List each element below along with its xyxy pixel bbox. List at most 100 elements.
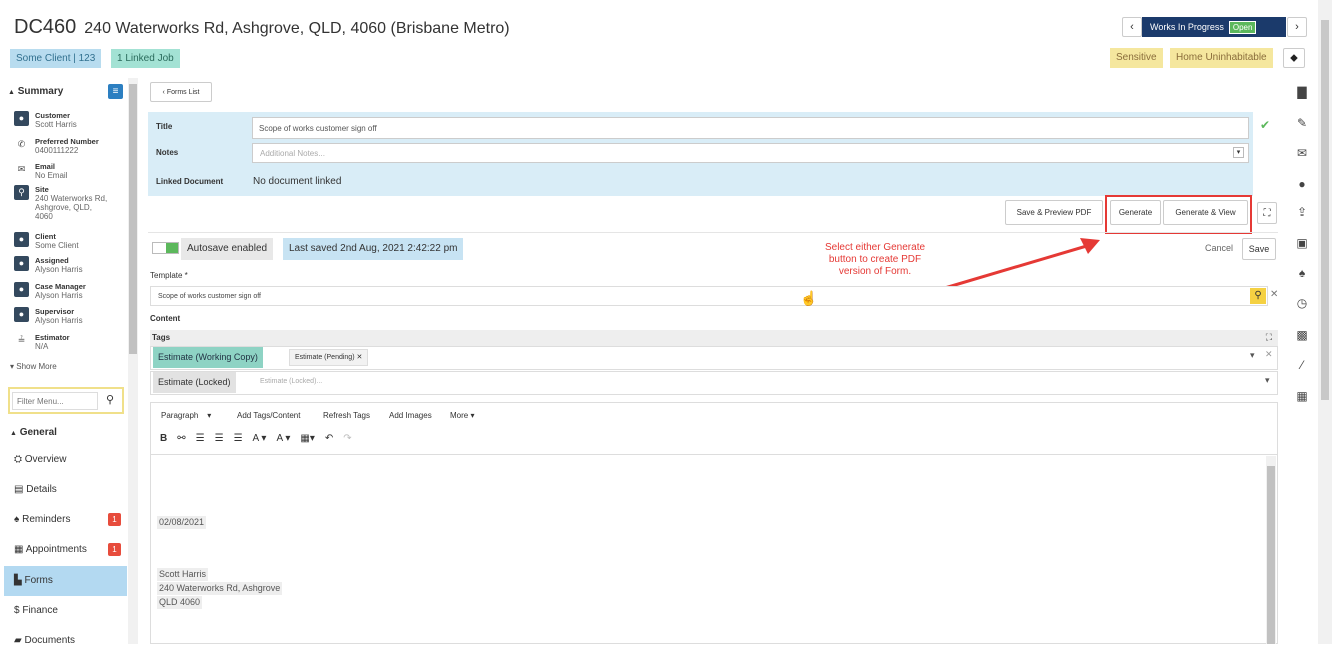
bell-icon: ♠ — [14, 514, 20, 525]
clear-template-icon[interactable]: ✕ — [1270, 289, 1278, 300]
editor-scroll-thumb[interactable] — [1267, 466, 1275, 644]
bell-icon[interactable]: ♠ — [1296, 267, 1308, 279]
expand-icon: ⛶ — [1263, 207, 1271, 219]
details-icon: ▤ — [14, 484, 24, 495]
template-select[interactable]: Scope of works customer sign off ⚲ — [150, 286, 1268, 306]
linked-document-label: Linked Document — [156, 177, 224, 186]
summary-heading[interactable]: ▲ Summary — [8, 86, 63, 97]
editor-name: Scott Harris — [157, 568, 209, 581]
chevron-up-icon: ▲ — [10, 430, 17, 437]
nav-item-documents[interactable]: ▰ Documents — [4, 626, 127, 656]
editor-street: 240 Waterworks Rd, Ashgrove — [157, 582, 283, 595]
brush-icon[interactable]: ⁄ — [1296, 359, 1308, 371]
tag-working-copy[interactable]: Estimate (Working Copy) — [153, 347, 263, 368]
client-chip[interactable]: Some Client | 123 — [10, 49, 102, 68]
chat-icon[interactable]: ● — [1296, 178, 1308, 190]
notes-select[interactable]: Additional Notes... ▾ — [252, 143, 1249, 163]
cancel-link[interactable]: Cancel — [1205, 243, 1233, 253]
chevron-up-icon: ▲ — [8, 89, 15, 96]
bold-icon[interactable]: B — [160, 433, 167, 444]
estimator-icon: ≟ — [17, 335, 26, 345]
general-section-heading[interactable]: ▲ General — [10, 427, 57, 438]
align-left-icon[interactable]: ☰ — [196, 433, 205, 444]
sidebar-scroll-thumb[interactable] — [129, 84, 137, 354]
nav-item-overview[interactable]: ⛭ Overview — [4, 445, 127, 475]
file-icon: ▙ — [14, 575, 22, 586]
editor-state: QLD 4060 — [157, 596, 203, 609]
fullscreen-button[interactable]: ⛶ — [1257, 202, 1277, 224]
content-label: Content — [150, 314, 181, 323]
nav-item-details[interactable]: ▤ Details — [4, 475, 127, 505]
redo-icon[interactable]: ↷ — [343, 433, 351, 444]
tag-button[interactable]: ⬥ — [1283, 48, 1305, 68]
page-scroll-thumb[interactable] — [1321, 20, 1329, 400]
check-icon: ✔ — [1260, 118, 1271, 132]
page-scrollbar[interactable] — [1318, 0, 1332, 644]
tags-dropdown-icon[interactable]: ▾ — [1250, 350, 1255, 361]
search-icon[interactable]: ⚲ — [1250, 288, 1266, 304]
dropdown-arrow-icon[interactable]: ▾ — [1233, 147, 1244, 158]
add-images-button[interactable]: Add Images — [389, 411, 432, 420]
align-center-icon[interactable]: ☰ — [215, 433, 224, 444]
notes-label: Notes — [156, 148, 179, 157]
font-color-icon[interactable]: A ▾ — [253, 433, 267, 444]
summary-menu-button[interactable]: ≡ — [108, 84, 123, 99]
linked-job-chip[interactable]: 1 Linked Job — [111, 49, 180, 68]
calculator-icon[interactable]: ▦ — [1296, 390, 1308, 402]
filter-box: ⚲ — [8, 387, 124, 414]
autosave-toggle[interactable] — [152, 242, 179, 254]
chevron-down-icon: ▾ — [10, 362, 15, 371]
job-number: DC460 — [14, 16, 77, 38]
page-title: DC460 240 Waterworks Rd, Ashgrove, QLD, 4… — [14, 16, 510, 39]
chevron-right-icon: › — [1295, 21, 1299, 33]
table-icon[interactable]: ▦▾ — [300, 433, 314, 444]
prev-status-button[interactable]: ‹ — [1122, 17, 1142, 37]
sensitive-tag[interactable]: Sensitive — [1110, 48, 1163, 68]
forms-list-button[interactable]: ‹ Forms List — [150, 82, 212, 102]
filter-menu-input[interactable] — [12, 392, 98, 410]
chevron-left-icon: ‹ — [1130, 21, 1134, 33]
link-icon[interactable]: ⚯ — [177, 433, 185, 444]
nav-item-finance[interactable]: $ Finance — [4, 596, 127, 626]
contact-card-icon[interactable]: ▣ — [1296, 237, 1308, 249]
editor-body[interactable] — [150, 454, 1278, 644]
undo-icon[interactable]: ↶ — [325, 433, 333, 444]
clock-icon[interactable]: ◷ — [1296, 297, 1308, 309]
search-icon[interactable]: ⚲ — [106, 393, 114, 406]
clear-tags-icon[interactable]: ✕ — [1265, 349, 1273, 360]
user-icon: ● — [14, 307, 29, 322]
align-right-icon[interactable]: ☰ — [234, 433, 243, 444]
notes-icon[interactable]: ▇ — [1296, 86, 1308, 98]
paragraph-dropdown[interactable]: Paragraph ▾ — [161, 411, 211, 420]
map-pin-icon: ⚲ — [14, 185, 29, 200]
format-toolbar: B ⚯ ☰ ☰ ☰ A ▾ A ▾ ▦▾ ↶ ↷ — [160, 433, 352, 444]
status-label: Works In Progress — [1150, 22, 1224, 32]
title-input[interactable] — [252, 117, 1249, 139]
save-button[interactable]: Save — [1242, 238, 1276, 260]
show-more-link[interactable]: ▾ Show More — [10, 362, 57, 371]
add-tags-button[interactable]: Add Tags/Content — [237, 411, 300, 420]
editor-scrollbar[interactable] — [1266, 456, 1276, 644]
status-pill[interactable]: Works In Progress Open — [1142, 17, 1286, 37]
tag-locked[interactable]: Estimate (Locked) — [153, 372, 236, 393]
highlight-icon[interactable]: A ▾ — [276, 433, 290, 444]
uninhabitable-tag[interactable]: Home Uninhabitable — [1170, 48, 1273, 68]
nav-item-reminders[interactable]: ♠ Reminders 1 — [4, 505, 127, 535]
next-status-button[interactable]: › — [1287, 17, 1307, 37]
locked-tag-input[interactable]: Estimate (Locked)... — [260, 378, 322, 385]
tag-pending[interactable]: Estimate (Pending) ✕ — [289, 349, 369, 366]
tag-icon: ⬥ — [1290, 51, 1298, 64]
nav-item-appointments[interactable]: ▦ Appointments 1 — [4, 535, 127, 565]
envelope-icon[interactable]: ✉ — [1296, 147, 1308, 159]
upload-icon[interactable]: ⇪ — [1296, 206, 1308, 218]
close-icon[interactable]: ✕ — [356, 354, 362, 361]
expand-icon[interactable]: ⛶ — [1266, 332, 1272, 343]
image-icon[interactable]: ▩ — [1296, 329, 1308, 341]
refresh-tags-button[interactable]: Refresh Tags — [323, 411, 370, 420]
more-dropdown[interactable]: More ▾ — [450, 411, 474, 420]
job-address: 240 Waterworks Rd, Ashgrove, QLD, 4060 (… — [84, 20, 510, 37]
edit-icon[interactable]: ✎ — [1296, 117, 1308, 129]
locked-dropdown-icon[interactable]: ▾ — [1265, 375, 1270, 386]
nav-item-forms[interactable]: ▙ Forms — [4, 566, 127, 596]
sidebar-scrollbar[interactable] — [128, 78, 138, 644]
